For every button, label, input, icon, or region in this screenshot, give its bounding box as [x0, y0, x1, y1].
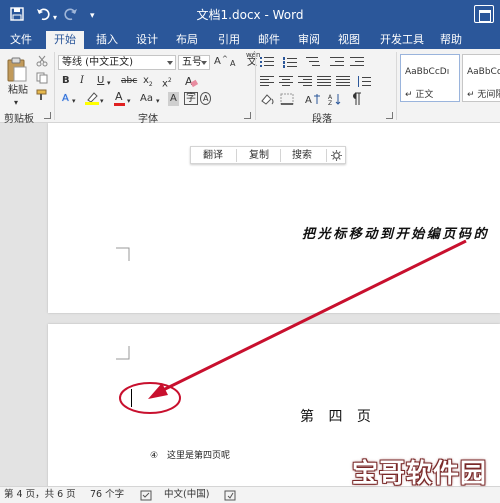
font-launcher-icon[interactable] — [244, 112, 251, 119]
bold-button[interactable]: B — [62, 74, 70, 88]
clipboard-launcher-icon[interactable] — [44, 112, 51, 119]
tab-review[interactable]: 审阅 — [298, 32, 320, 47]
increase-indent-icon[interactable] — [350, 56, 365, 68]
bullets-icon[interactable] — [260, 56, 275, 68]
title-bar: ▾ ▾ 文档1.docx - Word — [0, 0, 500, 30]
tab-mailings[interactable]: 邮件 — [258, 32, 280, 47]
superscript-button[interactable]: x2 — [162, 74, 172, 91]
highlight-icon[interactable] — [85, 91, 99, 105]
tab-help[interactable]: 帮助 — [440, 32, 462, 47]
text-effects-dropdown-icon[interactable]: ▾ — [72, 94, 76, 108]
page-count[interactable]: 第 4 页，共 6 页 — [4, 489, 76, 501]
italic-button[interactable]: I — [80, 74, 84, 88]
tab-insert[interactable]: 插入 — [96, 32, 118, 47]
tab-developer[interactable]: 开发工具 — [380, 32, 424, 47]
align-center-icon[interactable] — [279, 75, 294, 87]
ribbon-display-options-icon[interactable] — [474, 5, 494, 23]
text-effects-button[interactable]: A — [62, 92, 69, 106]
style-normal-name: ↵ 正文 — [405, 90, 434, 100]
style-normal-sample: AaBbCcDı — [405, 67, 450, 77]
accessibility-icon[interactable] — [224, 490, 236, 501]
style-no-spacing-sample: AaBbCcDı — [467, 67, 500, 77]
enclose-characters-button[interactable]: A — [200, 92, 212, 105]
svg-text:A: A — [305, 95, 312, 105]
font-color-bar — [114, 103, 125, 106]
highlight-dropdown-icon[interactable]: ▾ — [100, 94, 104, 108]
format-painter-icon[interactable] — [36, 89, 48, 101]
line-spacing-icon[interactable] — [357, 75, 372, 87]
distributed-icon[interactable] — [336, 75, 351, 87]
align-left-icon[interactable] — [260, 75, 275, 87]
change-case-dropdown-icon[interactable]: ▾ — [156, 94, 160, 108]
character-shading-button[interactable]: A — [168, 92, 179, 106]
tab-file[interactable]: 文件 — [10, 32, 32, 47]
paste-icon[interactable] — [6, 57, 28, 83]
copy-icon[interactable] — [36, 72, 48, 84]
clear-formatting-icon[interactable]: A — [184, 74, 198, 88]
proofing-icon[interactable] — [140, 490, 152, 501]
shrink-font-button[interactable]: A — [230, 57, 235, 71]
ribbon: 粘贴 ▾ 剪贴板 等线 (中文正文) 五号 A ^ A wén 文 B I U … — [0, 49, 500, 125]
font-color-dropdown-icon[interactable]: ▾ — [127, 94, 131, 108]
sort-icon[interactable]: AZ — [328, 93, 342, 105]
window-title: 文档1.docx - Word — [196, 8, 304, 22]
borders-icon[interactable] — [280, 93, 294, 105]
chinese-layout-icon[interactable]: A — [305, 93, 321, 105]
ribbon-tabs: 文件 开始 插入 设计 布局 引用 邮件 审阅 视图 开发工具 帮助 — [0, 30, 500, 49]
group-divider — [255, 52, 256, 120]
style-normal[interactable]: AaBbCcDı ↵ 正文 — [400, 54, 460, 102]
font-size-value: 五号 — [182, 57, 202, 68]
svg-text:Z: Z — [328, 100, 332, 105]
group-divider — [54, 52, 55, 120]
grow-font-button[interactable]: A — [214, 55, 221, 69]
underline-button[interactable]: U — [97, 74, 104, 88]
show-marks-icon[interactable] — [350, 92, 362, 106]
decrease-indent-icon[interactable] — [330, 56, 345, 68]
svg-text:A: A — [185, 75, 193, 88]
tab-design[interactable]: 设计 — [136, 32, 158, 47]
shading-icon[interactable] — [260, 93, 276, 105]
character-border-button[interactable]: 字 — [184, 92, 198, 105]
grow-font-caret-icon: ^ — [222, 55, 228, 63]
justify-icon[interactable] — [317, 75, 332, 87]
annotation-overlay — [119, 239, 467, 414]
language-indicator[interactable]: 中文(中国) — [164, 489, 209, 501]
underline-dropdown-icon[interactable]: ▾ — [107, 76, 111, 90]
cut-icon[interactable] — [36, 55, 48, 67]
multilevel-list-icon[interactable] — [306, 56, 321, 68]
change-case-button[interactable]: Aa — [140, 92, 153, 106]
document-area[interactable]: 翻译 复制 搜索 把光标移动到开始编页码的 第 四 页 ④ 这里是第四页呢 — [0, 123, 500, 486]
group-divider — [396, 52, 397, 120]
strikethrough-button[interactable]: abc — [121, 74, 137, 88]
paragraph-launcher-icon[interactable] — [386, 112, 393, 119]
font-name-value: 等线 (中文正文) — [62, 57, 133, 68]
watermark-text: 宝哥软件园 — [352, 459, 488, 489]
numbering-icon[interactable] — [283, 56, 298, 68]
watermark: 宝哥软件园 — [346, 451, 496, 491]
tab-layout[interactable]: 布局 — [176, 32, 198, 47]
tab-references[interactable]: 引用 — [218, 32, 240, 47]
style-no-spacing-name: ↵ 无间隔 — [467, 90, 500, 100]
word-window: ▾ ▾ 文档1.docx - Word 文件 开始 插入 设计 布局 引用 邮件… — [0, 0, 500, 503]
subscript-button[interactable]: x2 — [143, 74, 153, 92]
tab-home[interactable]: 开始 — [46, 31, 84, 49]
font-name-select[interactable]: 等线 (中文正文) — [58, 55, 176, 70]
align-right-icon[interactable] — [298, 75, 313, 87]
tab-view[interactable]: 视图 — [338, 32, 360, 47]
font-color-button[interactable]: A — [115, 90, 123, 104]
word-count[interactable]: 76 个字 — [90, 489, 124, 501]
style-no-spacing[interactable]: AaBbCcDı ↵ 无间隔 — [462, 54, 500, 102]
font-size-select[interactable]: 五号 — [178, 55, 210, 70]
paste-dropdown-icon[interactable]: ▾ — [14, 96, 18, 110]
pointer-arrow — [156, 239, 467, 395]
